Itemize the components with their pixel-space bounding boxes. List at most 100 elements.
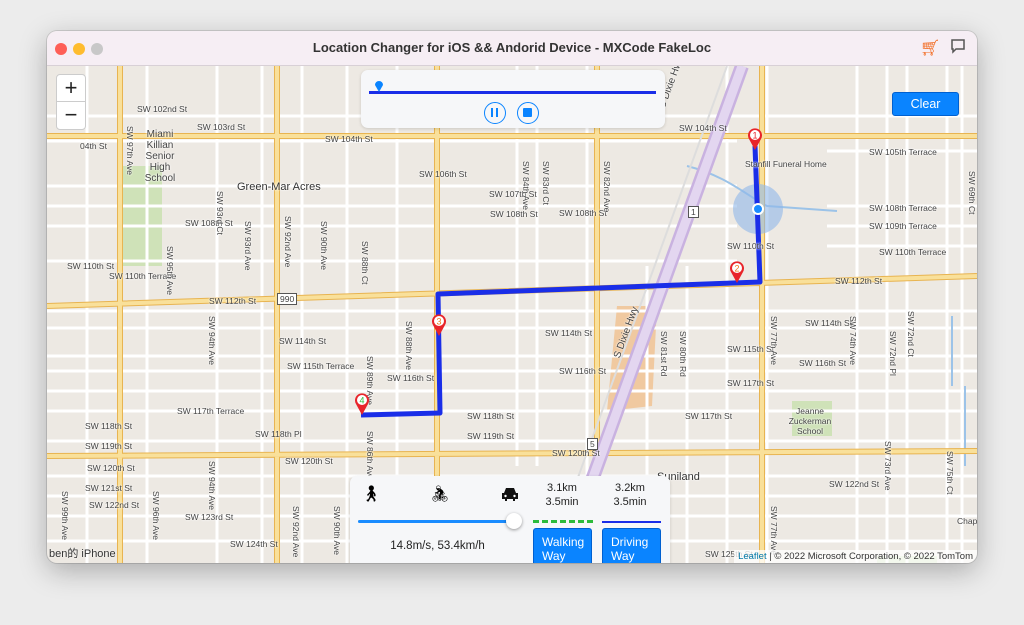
street-label: SW 121st St bbox=[85, 483, 133, 493]
marker-number: 1 bbox=[752, 131, 757, 141]
waypoint-marker-1[interactable]: 1 bbox=[746, 127, 764, 151]
street-label: SW 115th St bbox=[727, 344, 775, 354]
street-label: SW 122nd St bbox=[829, 479, 880, 489]
school-label: Miami Killian Senior High School bbox=[144, 129, 176, 184]
street-label: SW 103rd St bbox=[197, 122, 246, 132]
street-label: SW 83rd Ct bbox=[541, 161, 551, 205]
feedback-icon[interactable] bbox=[950, 38, 966, 59]
street-label: SW 123rd St bbox=[185, 512, 234, 522]
walking-icon[interactable]: 🚶︎ bbox=[361, 484, 381, 504]
route-shield: 990 bbox=[277, 293, 298, 305]
bicycle-icon[interactable]: 🚴︎ bbox=[430, 484, 450, 504]
street-label: SW 117th St bbox=[727, 378, 775, 388]
street-label: SW 110th Terrace bbox=[879, 247, 947, 257]
zoom-out-button[interactable]: − bbox=[57, 102, 85, 129]
driving-time: 3.5min bbox=[613, 496, 647, 508]
button-label: Walking bbox=[542, 535, 585, 549]
street-label: SW 77th Ave bbox=[769, 506, 779, 555]
street-label: 04th St bbox=[80, 141, 107, 151]
street-label: SW 117th Terrace bbox=[177, 406, 245, 416]
speed-slider[interactable] bbox=[358, 513, 522, 529]
stop-button[interactable] bbox=[517, 102, 539, 124]
school-label: Jeanne Zuckerman School bbox=[788, 406, 832, 436]
street-label: SW 94th Ave bbox=[207, 316, 217, 365]
playback-track[interactable] bbox=[369, 91, 656, 94]
street-label: SW 81st Rd bbox=[659, 331, 669, 377]
street-label: SW 104th St bbox=[325, 134, 373, 144]
car-icon[interactable] bbox=[501, 486, 519, 502]
speed-text: 14.8m/s, 53.4km/h bbox=[390, 540, 485, 552]
device-name: ben的 iPhone bbox=[49, 548, 116, 560]
waypoint-marker-4[interactable]: 4 bbox=[353, 392, 371, 416]
street-label: SW 114th St bbox=[279, 336, 327, 346]
playback-pin-icon[interactable] bbox=[374, 79, 384, 93]
app-window: Location Changer for iOS && Andorid Devi… bbox=[47, 31, 977, 563]
street-label: SW 88th Ct bbox=[360, 241, 370, 285]
button-label: Driving bbox=[611, 535, 649, 549]
street-label: SW 93rd Ave bbox=[243, 221, 253, 271]
street-label: SW 73rd Ave bbox=[883, 441, 893, 491]
current-location-dot bbox=[752, 203, 764, 215]
street-label: SW 110th St bbox=[727, 241, 775, 251]
street-label: SW 118th St bbox=[85, 421, 133, 431]
button-label: Way bbox=[542, 549, 566, 563]
street-label: SW 77th Ave bbox=[769, 316, 779, 365]
street-label: SW 117th St bbox=[685, 411, 733, 421]
marker-number: 3 bbox=[436, 317, 441, 327]
pause-button[interactable] bbox=[484, 102, 506, 124]
waypoint-marker-2[interactable]: 2 bbox=[728, 260, 746, 284]
street-label: SW 115th Terrace bbox=[287, 361, 355, 371]
route-shield: 5 bbox=[587, 438, 598, 450]
street-label: SW 94th Ave bbox=[207, 461, 217, 510]
street-label: SW 110th St bbox=[67, 261, 115, 271]
street-label: SW 88th Ave bbox=[404, 321, 414, 370]
street-label: SW 104th St bbox=[679, 123, 727, 133]
marker-number: 4 bbox=[359, 396, 364, 406]
street-label: Stanfill Funeral Home bbox=[745, 159, 827, 169]
street-label: SW 114th St bbox=[805, 318, 853, 328]
waypoint-marker-3[interactable]: 3 bbox=[430, 313, 448, 337]
driving-distance: 3.2km bbox=[615, 482, 645, 494]
street-label: SW 116th St bbox=[559, 366, 607, 376]
street-label: SW 119th St bbox=[467, 431, 515, 441]
street-label: SW 96th Ave bbox=[151, 491, 161, 540]
street-label: SW 102nd St bbox=[137, 104, 188, 114]
street-label: SW 108th St bbox=[185, 218, 233, 228]
speed-slider-fill bbox=[358, 520, 514, 523]
street-label: SW 90th Ave bbox=[319, 221, 329, 270]
pause-icon bbox=[491, 108, 498, 117]
street-label: SW 72nd Ct bbox=[906, 311, 916, 357]
speed-slider-knob[interactable] bbox=[506, 513, 522, 529]
map[interactable]: SW 102nd St SW 103rd St 04th St SW 104th St… bbox=[47, 66, 977, 563]
street-label: SW 106th St bbox=[419, 169, 467, 179]
street-label: SW 120th St bbox=[285, 456, 333, 466]
street-label: SW 105th Terrace bbox=[869, 147, 937, 157]
street-label: SW 119th St bbox=[85, 441, 133, 451]
street-label: SW 80th Rd bbox=[678, 331, 688, 377]
clear-button[interactable]: Clear bbox=[892, 92, 959, 116]
walking-time: 3.5min bbox=[545, 496, 579, 508]
stop-icon bbox=[523, 108, 532, 117]
street-label: SW 84th Ave bbox=[521, 161, 531, 210]
street-label: SW 116th St bbox=[387, 373, 435, 383]
leaflet-link[interactable]: Leaflet bbox=[738, 551, 767, 562]
street-label: SW 114th St bbox=[545, 328, 593, 338]
walking-way-button[interactable]: Walking Way bbox=[533, 528, 592, 563]
street-label: Chap bbox=[957, 516, 977, 526]
street-label: SW 120th St bbox=[87, 463, 135, 473]
street-label: SW 108th Terrace bbox=[869, 203, 937, 213]
street-label: SW 82nd Ave bbox=[602, 161, 612, 213]
driving-line-legend bbox=[602, 521, 661, 523]
street-label: SW 122nd St bbox=[89, 500, 140, 510]
street-label: SW 108th St bbox=[559, 208, 607, 218]
zoom-control: + − bbox=[56, 74, 86, 130]
street-label: SW 69th Ct bbox=[967, 171, 977, 215]
zoom-in-button[interactable]: + bbox=[57, 75, 85, 102]
street-label: SW 112th St bbox=[209, 296, 257, 306]
driving-way-button[interactable]: Driving Way bbox=[602, 528, 661, 563]
attribution-text: | © 2022 Microsoft Corporation, © 2022 T… bbox=[766, 551, 973, 562]
street-label: SW 75th Ct bbox=[945, 451, 955, 495]
cart-icon[interactable]: 🛒︎ bbox=[920, 38, 940, 58]
street-label: SW 74th Ave bbox=[848, 316, 858, 365]
map-attribution: Leaflet | © 2022 Microsoft Corporation, … bbox=[734, 550, 977, 563]
